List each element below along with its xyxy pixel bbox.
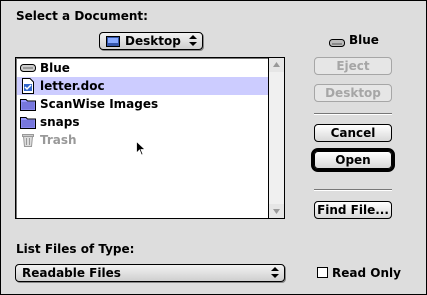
read-only-checkbox[interactable] — [317, 267, 328, 278]
file-type-popup-value: Readable Files — [22, 266, 121, 280]
volume-label: Blue — [349, 33, 379, 47]
hard-disk-icon — [20, 61, 36, 75]
popup-arrows-icon — [270, 267, 280, 279]
popup-arrows-icon — [188, 35, 198, 47]
open-button[interactable]: Open — [314, 151, 392, 169]
list-item[interactable]: Blue — [17, 59, 270, 77]
current-volume: Blue — [329, 33, 379, 47]
file-list[interactable]: Blue letter.doc ScanWise Images snaps Tr… — [15, 57, 285, 219]
mouse-pointer-icon — [136, 140, 147, 160]
file-name: Trash — [40, 133, 77, 147]
file-name: Blue — [40, 61, 70, 75]
file-name: snaps — [40, 115, 80, 129]
trash-icon — [20, 133, 36, 147]
open-file-dialog: Select a Document: Desktop Blue Blue let… — [0, 0, 427, 295]
file-type-label: List Files of Type: — [16, 242, 135, 256]
folder-icon — [20, 97, 36, 111]
divider — [314, 189, 392, 191]
divider — [314, 113, 392, 115]
disk-drive-icon — [329, 36, 345, 47]
dialog-prompt: Select a Document: — [16, 9, 148, 23]
folder-icon — [20, 115, 36, 129]
location-popup[interactable]: Desktop — [99, 32, 203, 50]
read-only-label: Read Only — [332, 266, 401, 280]
file-name: letter.doc — [40, 79, 105, 93]
cancel-button[interactable]: Cancel — [314, 124, 392, 142]
scroll-down-arrow-icon[interactable] — [269, 204, 284, 218]
find-file-button[interactable]: Find File... — [314, 201, 392, 219]
desktop-button[interactable]: Desktop — [314, 84, 392, 102]
location-popup-value: Desktop — [125, 34, 181, 48]
list-item[interactable]: ScanWise Images — [17, 95, 270, 113]
list-item[interactable]: snaps — [17, 113, 270, 131]
list-scrollbar[interactable] — [268, 58, 284, 218]
file-type-popup[interactable]: Readable Files — [15, 264, 285, 282]
file-name: ScanWise Images — [40, 97, 159, 111]
list-item-selected[interactable]: letter.doc — [17, 77, 270, 95]
document-icon — [20, 78, 36, 94]
scroll-up-arrow-icon[interactable] — [269, 58, 284, 72]
eject-button[interactable]: Eject — [314, 57, 392, 75]
desktop-icon — [106, 35, 120, 47]
